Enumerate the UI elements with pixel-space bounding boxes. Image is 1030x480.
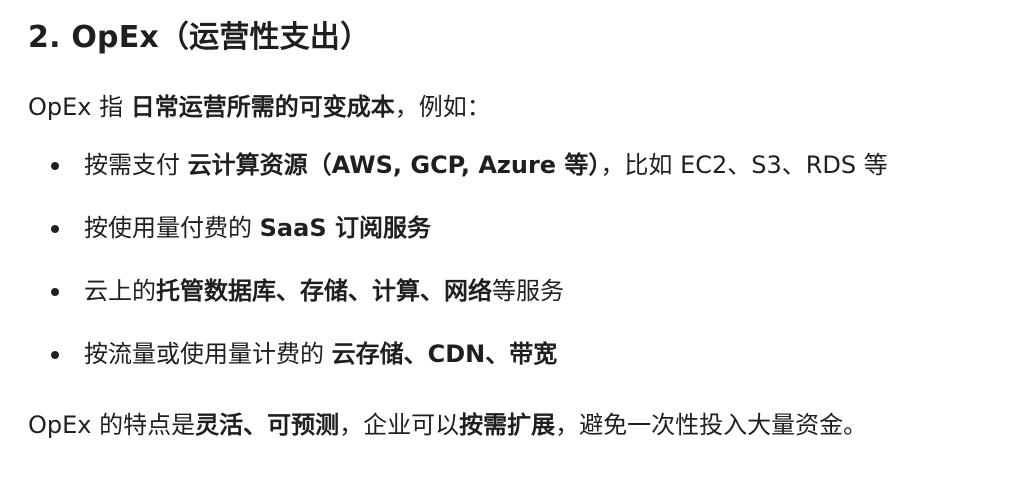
summary-text: ，避免一次性投入大量资金。 [555,411,868,439]
list-item-bold: 托管数据库、存储、计算、网络 [156,277,492,305]
list-item-text: 按需支付 [84,151,188,179]
list-item: 按流量或使用量计费的 云存储、CDN、带宽 [28,336,1030,372]
list-item-text: 等服务 [492,277,564,305]
summary-text: ，企业可以 [339,411,460,439]
summary-bold: 按需扩展 [459,411,556,439]
list-item-text: 云上的 [84,277,156,305]
intro-prefix: OpEx 指 [28,93,131,121]
list-item-bold: 云计算资源（AWS, GCP, Azure 等） [187,151,601,179]
summary-text: OpEx 的特点是 [28,411,196,439]
list-item-text: 按使用量付费的 [84,214,260,242]
opex-bullet-list: 按需支付 云计算资源（AWS, GCP, Azure 等），比如 EC2、S3、… [28,147,1030,372]
intro-bold: 日常运营所需的可变成本 [130,93,395,121]
section-heading: 2. OpEx（运营性支出） [28,20,371,55]
intro-suffix: ，例如： [394,93,491,121]
list-item-bold: SaaS 订阅服务 [259,214,431,242]
list-item-text: ，比如 EC2、S3、RDS 等 [600,151,888,179]
summary-bold: 灵活、可预测 [195,411,340,439]
list-item-text: 按流量或使用量计费的 [84,340,332,368]
list-item: 云上的托管数据库、存储、计算、网络等服务 [28,273,1030,309]
list-item-bold: 云存储、CDN、带宽 [331,340,558,368]
document: 2. OpEx（运营性支出） OpEx 指 日常运营所需的可变成本，例如： 按需… [0,0,1030,480]
intro-paragraph: OpEx 指 日常运营所需的可变成本，例如： [28,89,1030,125]
list-item: 按需支付 云计算资源（AWS, GCP, Azure 等），比如 EC2、S3、… [28,147,1030,183]
list-item: 按使用量付费的 SaaS 订阅服务 [28,210,1030,246]
summary-paragraph: OpEx 的特点是灵活、可预测，企业可以按需扩展，避免一次性投入大量资金。 [28,407,1030,443]
